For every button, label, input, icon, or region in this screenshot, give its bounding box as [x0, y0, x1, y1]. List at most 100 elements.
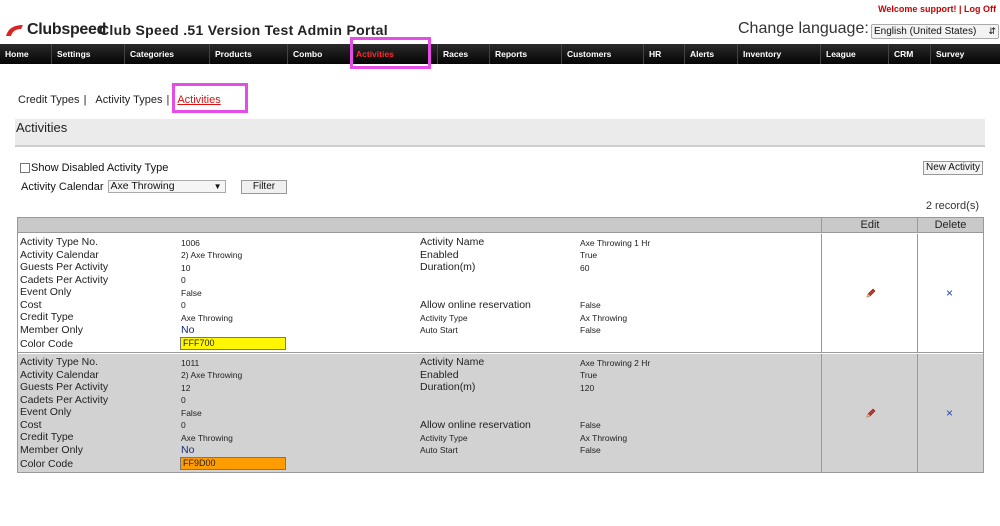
duration-label: Duration(m)	[420, 261, 476, 273]
activity-name-value: Axe Throwing 1 Hr	[580, 238, 651, 248]
subnav-credit-types[interactable]: Credit Types	[18, 94, 80, 106]
chevron-down-icon: ▼	[213, 182, 222, 191]
credit-type-value: Axe Throwing	[181, 313, 233, 323]
top-links: Welcome support! | Log Off	[878, 4, 996, 14]
nav-settings[interactable]: Settings	[52, 44, 125, 64]
activity-calendar-row: Activity Calendar Axe Throwing ▼	[21, 180, 226, 193]
logo-text: Clubspeed	[27, 21, 107, 38]
calendar-label: Activity Calendar	[20, 369, 99, 381]
duration-label: Duration(m)	[420, 381, 476, 393]
nav-crm[interactable]: CRM	[889, 44, 931, 64]
nav-categories[interactable]: Categories	[125, 44, 210, 64]
allow-online-label: Allow online reservation	[420, 299, 531, 311]
main-nav: Home Settings Categories Products Combo …	[0, 44, 1000, 64]
log-off-link[interactable]: Log Off	[964, 4, 996, 14]
clubspeed-mark-icon	[6, 25, 23, 36]
nav-league[interactable]: League	[821, 44, 889, 64]
delete-x-icon[interactable]: ×	[946, 406, 953, 420]
duration-value: 120	[580, 383, 595, 393]
cadets-label: Cadets Per Activity	[20, 274, 109, 286]
subnav-activities-highlight	[172, 83, 248, 113]
nav-inventory[interactable]: Inventory	[738, 44, 821, 64]
member-only-value: No	[181, 324, 195, 336]
activities-grid: Edit Delete Activity Type No. 1006 Activ…	[17, 217, 984, 473]
allow-online-value: False	[580, 300, 601, 310]
filter-button[interactable]: Filter	[241, 180, 287, 194]
guests-value: 10	[181, 263, 191, 273]
cadets-value: 0	[181, 275, 186, 285]
edit-cell	[821, 234, 918, 352]
edit-column-header: Edit	[821, 218, 918, 233]
delete-column-header: Delete	[917, 218, 983, 233]
cost-value: 0	[181, 420, 186, 430]
pencil-icon[interactable]	[865, 407, 877, 419]
table-row: Activity Type No. 1006 Activity Calendar…	[18, 234, 983, 353]
chevron-updown-icon: ⇵	[988, 26, 996, 36]
credit-type-value: Axe Throwing	[181, 433, 233, 443]
table-row: Activity Type No. 1011 Activity Calendar…	[18, 354, 983, 473]
calendar-value: 2) Axe Throwing	[181, 370, 243, 380]
type-no-label: Activity Type No.	[20, 356, 99, 368]
event-only-label: Event Only	[20, 286, 72, 298]
nav-hr[interactable]: HR	[644, 44, 685, 64]
member-only-label: Member Only	[20, 324, 84, 336]
cost-label: Cost	[20, 419, 42, 431]
event-only-value: False	[181, 408, 202, 418]
activity-name-value: Axe Throwing 2 Hr	[580, 358, 651, 368]
allow-online-value: False	[580, 420, 601, 430]
auto-start-value: False	[580, 325, 601, 335]
member-only-label: Member Only	[20, 444, 84, 456]
enabled-label: Enabled	[420, 369, 459, 381]
new-activity-button[interactable]: New Activity	[923, 161, 983, 175]
welcome-support-link[interactable]: Welcome support!	[878, 4, 956, 14]
subnav-separator: |	[83, 94, 87, 106]
delete-cell: ×	[917, 354, 983, 472]
color-code-label: Color Code	[20, 338, 74, 350]
activity-calendar-label: Activity Calendar	[21, 180, 104, 193]
event-only-label: Event Only	[20, 406, 72, 418]
show-disabled-checkbox[interactable]	[20, 163, 30, 173]
activity-type-value: Ax Throwing	[580, 433, 628, 443]
grid-header: Edit Delete	[18, 218, 983, 233]
enabled-value: True	[580, 250, 598, 260]
show-disabled-label: Show Disabled Activity Type	[31, 162, 169, 174]
guests-label: Guests Per Activity	[20, 261, 109, 273]
subnav-activity-types[interactable]: Activity Types	[95, 94, 162, 106]
nav-products[interactable]: Products	[210, 44, 288, 64]
member-only-value: No	[181, 444, 195, 456]
pencil-icon[interactable]	[865, 287, 877, 299]
top-links-separator: |	[958, 4, 962, 14]
allow-online-label: Allow online reservation	[420, 419, 531, 431]
calendar-value: 2) Axe Throwing	[181, 250, 243, 260]
activity-calendar-value: Axe Throwing	[110, 180, 175, 192]
nav-alerts[interactable]: Alerts	[685, 44, 738, 64]
enabled-label: Enabled	[420, 249, 459, 261]
auto-start-label: Auto Start	[420, 325, 458, 335]
auto-start-label: Auto Start	[420, 445, 458, 455]
duration-value: 60	[580, 263, 590, 273]
type-no-value: 1011	[181, 358, 200, 368]
language-select[interactable]: English (United States) ⇵	[871, 24, 999, 39]
activity-name-label: Activity Name	[420, 236, 485, 248]
delete-cell: ×	[917, 234, 983, 352]
nav-customers[interactable]: Customers	[562, 44, 644, 64]
nav-survey[interactable]: Survey	[931, 44, 1000, 64]
nav-races[interactable]: Races	[438, 44, 490, 64]
color-code-swatch: FFF700	[180, 337, 286, 350]
cost-value: 0	[181, 300, 186, 310]
activity-type-label: Activity Type	[420, 313, 468, 323]
credit-type-label: Credit Type	[20, 311, 74, 323]
activity-calendar-select[interactable]: Axe Throwing ▼	[107, 180, 226, 193]
activity-type-label: Activity Type	[420, 433, 468, 443]
type-no-value: 1006	[181, 238, 200, 248]
color-code-label: Color Code	[20, 458, 74, 470]
nav-home[interactable]: Home	[0, 44, 52, 64]
credit-type-label: Credit Type	[20, 431, 74, 443]
delete-x-icon[interactable]: ×	[946, 286, 953, 300]
nav-reports[interactable]: Reports	[490, 44, 562, 64]
page-title: Activities	[16, 120, 68, 135]
guests-label: Guests Per Activity	[20, 381, 109, 393]
activity-name-label: Activity Name	[420, 356, 485, 368]
nav-combo[interactable]: Combo	[288, 44, 351, 64]
cost-label: Cost	[20, 299, 42, 311]
